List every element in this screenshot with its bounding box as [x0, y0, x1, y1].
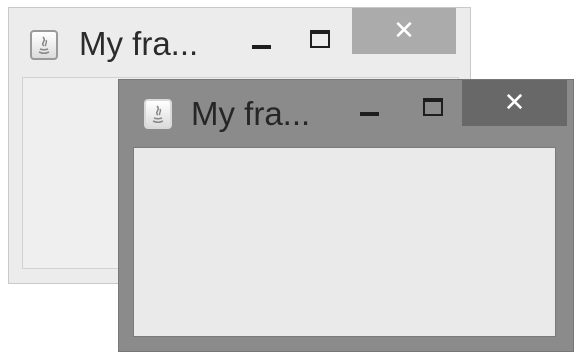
title-bar[interactable]: My fra... ✕	[119, 80, 573, 146]
close-button[interactable]: ✕	[352, 8, 456, 54]
java-app-icon[interactable]	[30, 30, 58, 60]
maximize-button[interactable]	[296, 18, 342, 58]
active-frame-window[interactable]: My fra... ✕	[118, 79, 574, 352]
minimize-button[interactable]	[239, 22, 285, 62]
maximize-icon	[423, 98, 443, 116]
maximize-button[interactable]	[409, 88, 455, 128]
maximize-icon	[310, 30, 330, 48]
minimize-icon	[252, 45, 271, 49]
content-pane	[133, 147, 556, 337]
close-icon: ✕	[393, 16, 415, 46]
desktop: My fra... ✕ My fra... ✕	[0, 0, 577, 353]
minimize-icon	[360, 112, 379, 116]
window-title: My fra...	[191, 95, 311, 132]
java-app-icon[interactable]	[144, 99, 172, 129]
close-button[interactable]: ✕	[462, 80, 567, 126]
title-bar[interactable]: My fra... ✕	[9, 8, 470, 76]
window-title: My fra...	[79, 25, 199, 62]
minimize-button[interactable]	[347, 90, 393, 130]
close-icon: ✕	[503, 88, 526, 118]
